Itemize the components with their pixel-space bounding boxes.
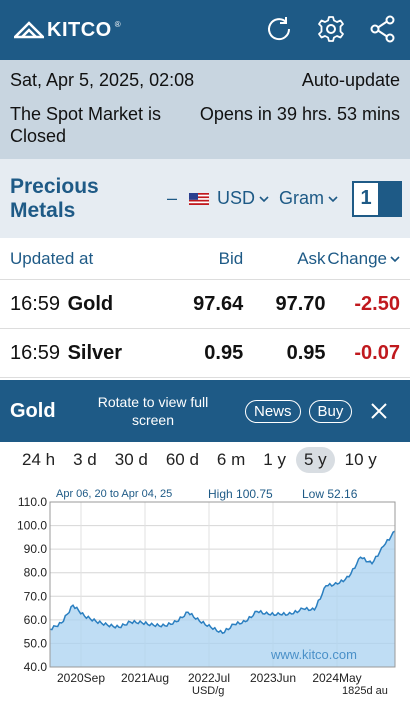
row-change: -2.50 <box>354 292 400 315</box>
logo-registered-mark: ® <box>114 19 121 29</box>
row-ask: 0.95 <box>286 341 326 364</box>
chart-x-ticks: 2020Sep 2021Aug 2022Jul 2023Jun 2024May <box>57 671 362 685</box>
chart-date-range: Apr 06, 20 to Apr 04, 25 <box>56 488 172 500</box>
row-bid: 0.95 <box>204 341 244 364</box>
column-bid[interactable]: Bid <box>169 249 244 269</box>
range-tab[interactable]: 3 d <box>65 447 105 473</box>
table-row-gold[interactable]: 16:59 Gold 97.64 97.70 -2.50 <box>0 280 410 329</box>
chart-y-tick-label: 90.0 <box>24 542 48 556</box>
market-opens-text: Opens in 39 hrs. 53 mins <box>199 104 400 124</box>
row-change: -0.07 <box>354 341 400 364</box>
chart-y-tick-label: 80.0 <box>24 566 48 580</box>
column-change[interactable]: Change <box>326 249 400 269</box>
chart-y-ticks: 110.0 100.0 90.0 80.0 70.0 60.0 50.0 40.0 <box>17 495 47 674</box>
range-tab-selected[interactable]: 5 y <box>295 447 335 473</box>
chart-y-tick-label: 50.0 <box>24 636 48 650</box>
chart-low-label: Low 52.16 <box>302 487 358 501</box>
range-tabs: 24 h 3 d 30 d 60 d 6 m 1 y 5 y 10 y <box>0 442 410 478</box>
dash-separator: – <box>166 188 177 208</box>
chart-panel-title: Gold <box>10 399 56 422</box>
us-flag-icon <box>188 192 209 205</box>
chart-x-tick-label: 2021Aug <box>121 671 169 685</box>
chart-high-label: High 100.75 <box>208 487 273 501</box>
auto-update-label[interactable]: Auto-update <box>302 70 400 91</box>
logo-text: KITCO <box>47 18 112 41</box>
range-tab[interactable]: 10 y <box>337 447 385 473</box>
row-metal-name: Silver <box>67 341 123 364</box>
toggle-fill <box>378 182 400 215</box>
close-icon[interactable] <box>370 402 388 420</box>
unit-select[interactable]: Gram <box>279 188 338 209</box>
chart-span-label: 1825d au <box>342 685 388 697</box>
column-change-label: Change <box>327 248 387 268</box>
gear-icon[interactable] <box>316 14 346 44</box>
chart-x-tick-label: 2022Jul <box>188 671 230 685</box>
toggle-value: 1 <box>354 182 378 215</box>
column-updated[interactable]: Updated at <box>10 249 169 269</box>
unit-value: Gram <box>279 188 324 208</box>
chart-x-tick-label: 2020Sep <box>57 671 105 685</box>
row-time: 16:59 <box>10 341 61 364</box>
chevron-down-icon <box>390 255 400 262</box>
metals-header: Precious Metals – USD Gram 1 <box>0 159 410 238</box>
chart-y-tick-label: 40.0 <box>24 660 48 674</box>
refresh-icon[interactable] <box>264 14 294 44</box>
range-tab[interactable]: 24 h <box>14 447 63 473</box>
range-tab[interactable]: 30 d <box>107 447 156 473</box>
chart-y-tick-label: 110.0 <box>18 495 47 509</box>
currency-select[interactable]: USD <box>188 188 269 209</box>
kitco-logo-icon <box>14 21 44 39</box>
chevron-down-icon <box>328 195 338 202</box>
row-time: 16:59 <box>10 292 61 315</box>
top-bar: KITCO ® <box>0 0 410 60</box>
column-ask[interactable]: Ask <box>243 249 325 269</box>
kitco-app: KITCO ® Sat, Apr 5, 2025, 02:08 Auto-upd… <box>0 0 410 712</box>
chart-panel-header: Gold Rotate to view full screen News Buy <box>0 380 410 442</box>
range-tab[interactable]: 60 d <box>158 447 207 473</box>
row-ask: 97.70 <box>275 292 326 315</box>
market-closed-text: The Spot Market is Closed <box>10 104 162 146</box>
news-button[interactable]: News <box>245 399 301 423</box>
range-tab[interactable]: 6 m <box>209 447 253 473</box>
chart-y-tick-label: 70.0 <box>24 589 48 603</box>
row-bid: 97.64 <box>193 292 244 315</box>
chart-y-tick-label: 60.0 <box>24 613 48 627</box>
share-icon[interactable] <box>368 14 398 44</box>
market-status-panel: Sat, Apr 5, 2025, 02:08 Auto-update The … <box>0 60 410 159</box>
currency-value: USD <box>216 188 255 208</box>
view-toggle[interactable]: 1 <box>352 180 402 217</box>
status-datetime: Sat, Apr 5, 2025, 02:08 <box>10 70 195 90</box>
range-tab[interactable]: 1 y <box>255 447 294 473</box>
kitco-logo[interactable]: KITCO ® <box>14 19 121 42</box>
chart-x-tick-label: 2024May <box>312 671 361 685</box>
chart-y-tick-label: 100.0 <box>17 519 47 533</box>
row-metal-name: Gold <box>67 292 114 315</box>
rotate-hint: Rotate to view full screen <box>97 394 209 428</box>
chart-watermark: www.kitco.com <box>270 647 357 662</box>
chart-unit-label: USD/g <box>192 685 224 697</box>
chart-x-tick-label: 2023Jun <box>250 671 296 685</box>
table-header: Updated at Bid Ask Change <box>0 238 410 280</box>
chevron-down-icon <box>259 195 269 202</box>
section-title: Precious Metals <box>10 174 99 222</box>
price-chart[interactable]: Apr 06, 20 to Apr 04, 25 High 100.75 Low… <box>0 478 410 712</box>
table-row-silver[interactable]: 16:59 Silver 0.95 0.95 -0.07 <box>0 329 410 378</box>
buy-button[interactable]: Buy <box>308 399 353 423</box>
price-chart-svg: Apr 06, 20 to Apr 04, 25 High 100.75 Low… <box>17 487 396 697</box>
